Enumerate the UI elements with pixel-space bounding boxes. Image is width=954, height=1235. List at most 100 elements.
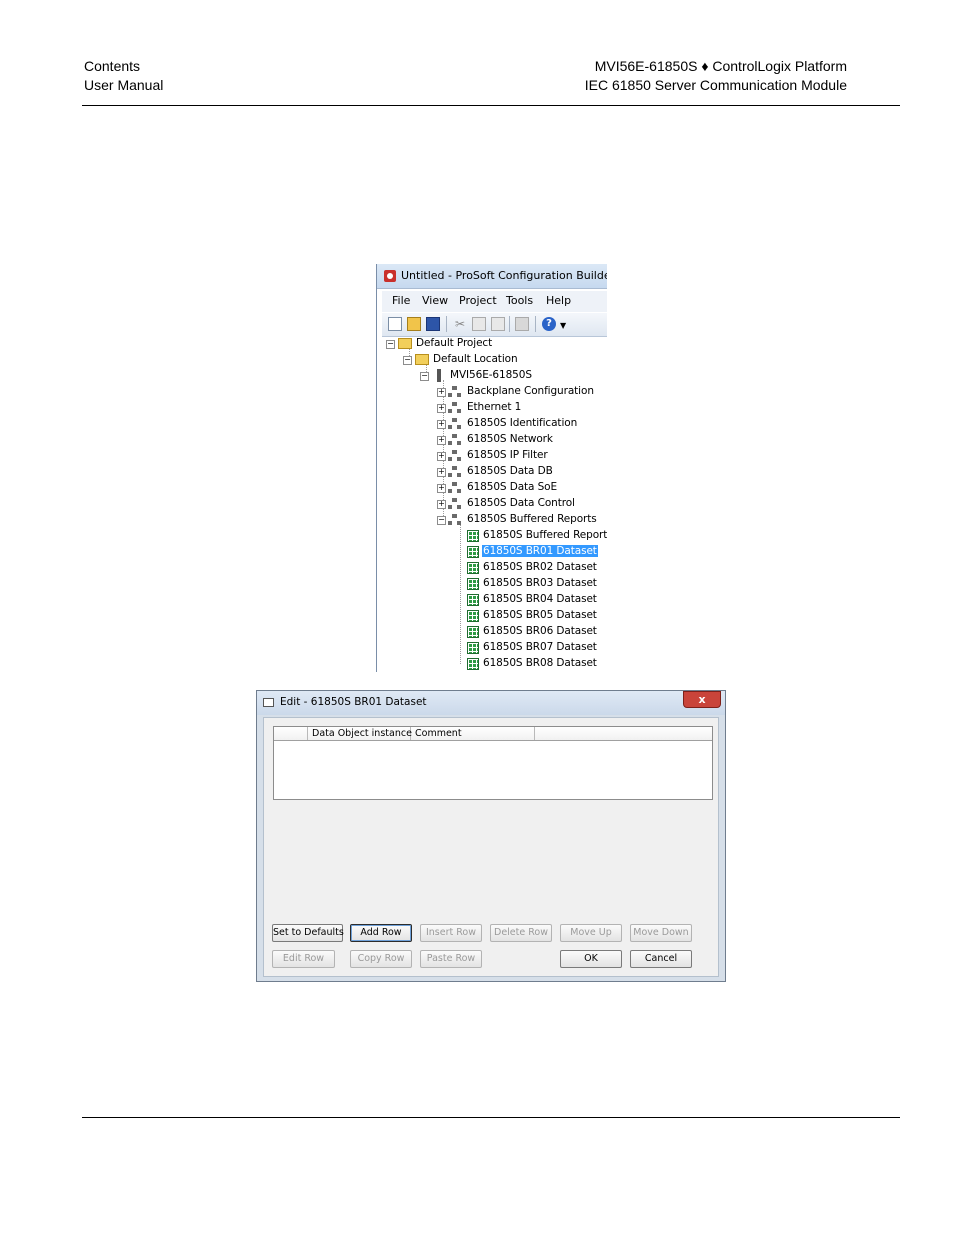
tree-label: 61850S BR04 Dataset — [483, 593, 597, 605]
tree-label: 61850S BR03 Dataset — [483, 577, 597, 589]
network-icon — [448, 418, 462, 430]
menu-project[interactable]: Project — [459, 294, 497, 307]
expand-icon[interactable]: + — [437, 404, 446, 413]
add-row-button[interactable]: Add Row — [350, 924, 412, 942]
grid-icon — [467, 594, 479, 606]
expand-icon[interactable]: + — [437, 500, 446, 509]
tree-label: 61850S Data DB — [467, 465, 553, 477]
network-icon — [448, 450, 462, 462]
edit-row-button[interactable]: Edit Row — [272, 950, 335, 968]
folder-icon — [398, 338, 412, 349]
chevron-down-icon[interactable]: ▼ — [560, 321, 566, 330]
network-icon — [448, 482, 462, 494]
dialog-title: Edit - 61850S BR01 Dataset — [280, 696, 427, 708]
ok-button[interactable]: OK — [560, 950, 622, 968]
tree-label: 61850S Data SoE — [467, 481, 558, 493]
new-icon[interactable] — [388, 317, 402, 331]
column-header-data-object[interactable]: Data Object instance — [308, 727, 412, 740]
prosoft-app-icon — [384, 270, 396, 282]
header-left: Contents User Manual — [84, 57, 163, 95]
grid-icon — [467, 658, 479, 670]
copy-row-button[interactable]: Copy Row — [350, 950, 412, 968]
table-header: Data Object instance Comment — [274, 727, 712, 741]
column-header-index[interactable] — [274, 727, 308, 740]
header-product: MVI56E-61850S ♦ ControlLogix Platform — [594, 58, 847, 74]
cancel-button[interactable]: Cancel — [630, 950, 692, 968]
footer-rule — [82, 1117, 900, 1118]
collapse-icon[interactable]: − — [386, 340, 395, 349]
tree-label: 61850S BR06 Dataset — [483, 625, 597, 637]
tree-label: 61850S BR02 Dataset — [483, 561, 597, 573]
grid-icon — [467, 530, 479, 542]
open-icon[interactable] — [407, 317, 421, 331]
grid-icon — [467, 578, 479, 590]
network-icon — [448, 466, 462, 478]
delete-row-button[interactable]: Delete Row — [490, 924, 552, 942]
window-icon — [263, 698, 274, 707]
menu-tools[interactable]: Tools — [506, 294, 533, 307]
help-icon[interactable]: ? — [542, 317, 556, 331]
tree-label: 61850S BR08 Dataset — [483, 657, 597, 669]
insert-row-button[interactable]: Insert Row — [420, 924, 482, 942]
tree-label: 61850S BR05 Dataset — [483, 609, 597, 621]
header-section: Contents — [84, 58, 141, 74]
set-to-defaults-button[interactable]: Set to Defaults — [272, 924, 344, 942]
column-header-filler — [535, 727, 712, 740]
grid-icon — [467, 610, 479, 622]
cut-icon[interactable]: ✂ — [453, 317, 467, 331]
tree-label: 61850S Network — [467, 433, 553, 445]
expand-icon[interactable]: + — [437, 452, 446, 461]
pcb-window-title: Untitled - ProSoft Configuration Builder — [401, 269, 607, 282]
tree-label: Backplane Configuration — [467, 385, 594, 397]
save-icon[interactable] — [426, 317, 440, 331]
toolbar-separator — [446, 316, 447, 332]
header-rule — [82, 105, 900, 106]
print-icon[interactable] — [515, 317, 529, 331]
menu-view[interactable]: View — [422, 294, 448, 307]
toolbar-separator — [535, 316, 536, 332]
menu-file[interactable]: File — [392, 294, 410, 307]
tree-label: 61850S Buffered Reports — [467, 513, 597, 525]
collapse-icon[interactable]: − — [403, 356, 412, 365]
close-button[interactable]: x — [683, 691, 721, 708]
dialog-title-bar: Edit - 61850S BR01 Dataset x — [257, 691, 725, 715]
tree-label: 61850S Buffered Reports — [483, 529, 607, 541]
expand-icon[interactable]: + — [437, 388, 446, 397]
expand-icon[interactable]: + — [437, 436, 446, 445]
dataset-table[interactable]: Data Object instance Comment — [273, 726, 713, 800]
expand-icon[interactable]: + — [437, 484, 446, 493]
column-header-comment[interactable]: Comment — [411, 727, 535, 740]
expand-icon[interactable]: + — [437, 468, 446, 477]
tree-label: 61850S Identification — [467, 417, 578, 429]
network-icon — [448, 498, 462, 510]
grid-icon — [467, 546, 479, 558]
network-icon — [448, 514, 462, 526]
menu-help[interactable]: Help — [546, 294, 571, 307]
pcb-window: Untitled - ProSoft Configuration Builder… — [376, 264, 607, 672]
tree-label: 61850S BR07 Dataset — [483, 641, 597, 653]
pcb-title-bar: Untitled - ProSoft Configuration Builder — [377, 264, 607, 289]
tree-label: MVI56E-61850S — [450, 369, 532, 381]
header-doc-type: User Manual — [84, 77, 164, 93]
network-icon — [448, 386, 462, 398]
pcb-menu-bar: File View Project Tools Help — [382, 291, 607, 312]
folder-icon — [415, 354, 429, 365]
grid-icon — [467, 642, 479, 654]
pcb-toolbar: ✂ ? ▼ — [382, 313, 607, 337]
network-icon — [448, 402, 462, 414]
move-up-button[interactable]: Move Up — [560, 924, 622, 942]
paste-row-button[interactable]: Paste Row — [420, 950, 482, 968]
tree-label: Default Location — [433, 353, 518, 365]
tree-label: 61850S IP Filter — [467, 449, 548, 461]
header-module: IEC 61850 Server Communication Module — [584, 77, 847, 93]
collapse-icon[interactable]: − — [437, 516, 446, 525]
tree-label: 61850S Data Control — [467, 497, 575, 509]
expand-icon[interactable]: + — [437, 420, 446, 429]
paste-icon[interactable] — [491, 317, 505, 331]
module-icon — [437, 369, 441, 382]
collapse-icon[interactable]: − — [420, 372, 429, 381]
tree-label: 61850S BR01 Dataset — [481, 544, 599, 558]
move-down-button[interactable]: Move Down — [630, 924, 692, 942]
copy-icon[interactable] — [472, 317, 486, 331]
grid-icon — [467, 626, 479, 638]
